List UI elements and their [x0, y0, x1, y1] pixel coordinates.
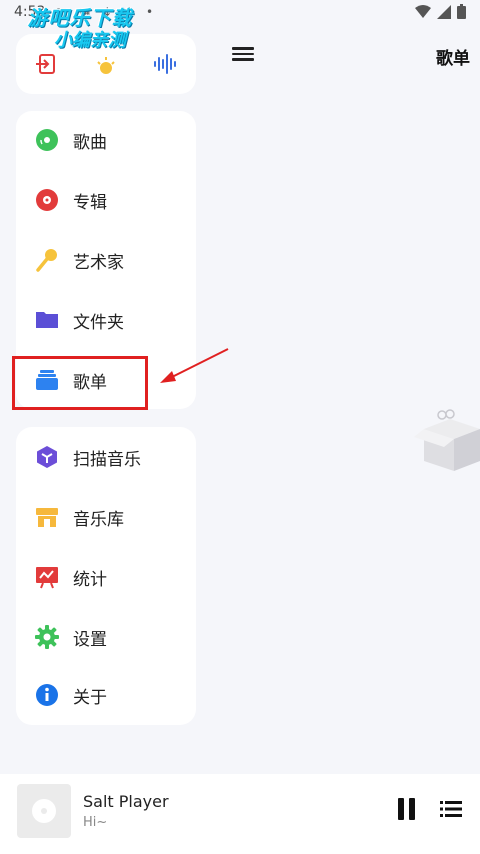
sun-icon[interactable]: [94, 54, 118, 78]
nav-label: 艺术家: [73, 252, 124, 273]
signal-icon: [437, 4, 451, 19]
nav-item-stats[interactable]: 统计: [16, 551, 196, 603]
battery-icon: [457, 4, 466, 19]
waveform-icon[interactable]: [153, 52, 179, 76]
nav-label: 专辑: [73, 192, 107, 213]
album-cover[interactable]: [17, 784, 71, 838]
microphone-icon: [36, 249, 57, 272]
nav-item-albums[interactable]: 专辑: [16, 174, 196, 226]
scan-icon: [37, 446, 57, 468]
nav-item-songs[interactable]: 歌曲: [16, 114, 196, 166]
disc-icon: [32, 799, 56, 823]
nav-label: 关于: [73, 687, 107, 708]
album-icon: [36, 189, 58, 211]
menu-button[interactable]: [230, 44, 256, 66]
nav-item-settings[interactable]: 设置: [16, 611, 196, 663]
empty-box-icon: [414, 409, 480, 471]
folder-icon: [36, 312, 58, 328]
nav-item-about[interactable]: 关于: [16, 669, 196, 721]
nav-label: 音乐库: [73, 509, 124, 530]
nav-item-artists[interactable]: 艺术家: [16, 234, 196, 286]
watermark: 游吧乐下载 小编亲测: [10, 6, 150, 52]
highlight-box: [12, 356, 148, 410]
wifi-icon: [415, 4, 431, 18]
pause-icon: [398, 798, 404, 820]
nav-label: 设置: [73, 629, 107, 650]
gear-icon: [35, 625, 59, 649]
nav-label: 文件夹: [73, 312, 124, 333]
music-disc-icon: [36, 129, 58, 151]
mini-player[interactable]: Salt Player Hi~: [0, 774, 480, 854]
queue-list-icon[interactable]: [440, 798, 462, 820]
menu-icon: [232, 47, 254, 50]
track-subtitle: Hi~: [83, 815, 108, 830]
nav-item-scan[interactable]: 扫描音乐: [16, 431, 196, 483]
nav-item-library[interactable]: 音乐库: [16, 491, 196, 543]
status-right-icons: [415, 4, 466, 19]
store-icon: [36, 508, 58, 527]
chart-icon: [36, 567, 58, 589]
info-icon: [36, 684, 58, 706]
track-title: Salt Player: [83, 792, 169, 811]
nav-label: 扫描音乐: [73, 449, 141, 470]
exit-icon[interactable]: [34, 52, 58, 76]
watermark-line1: 游吧乐下载: [27, 6, 133, 30]
nav-item-folders[interactable]: 文件夹: [16, 294, 196, 346]
page-title: 歌单: [436, 49, 470, 69]
nav-label: 歌曲: [73, 132, 107, 153]
watermark-line2: 小编亲测: [54, 30, 126, 51]
nav-label: 统计: [73, 569, 107, 590]
pause-button[interactable]: [398, 798, 416, 820]
tools-nav-card: 扫描音乐 音乐库 统计 设置 关于: [16, 427, 196, 725]
annotation-arrow-icon: [160, 348, 229, 383]
